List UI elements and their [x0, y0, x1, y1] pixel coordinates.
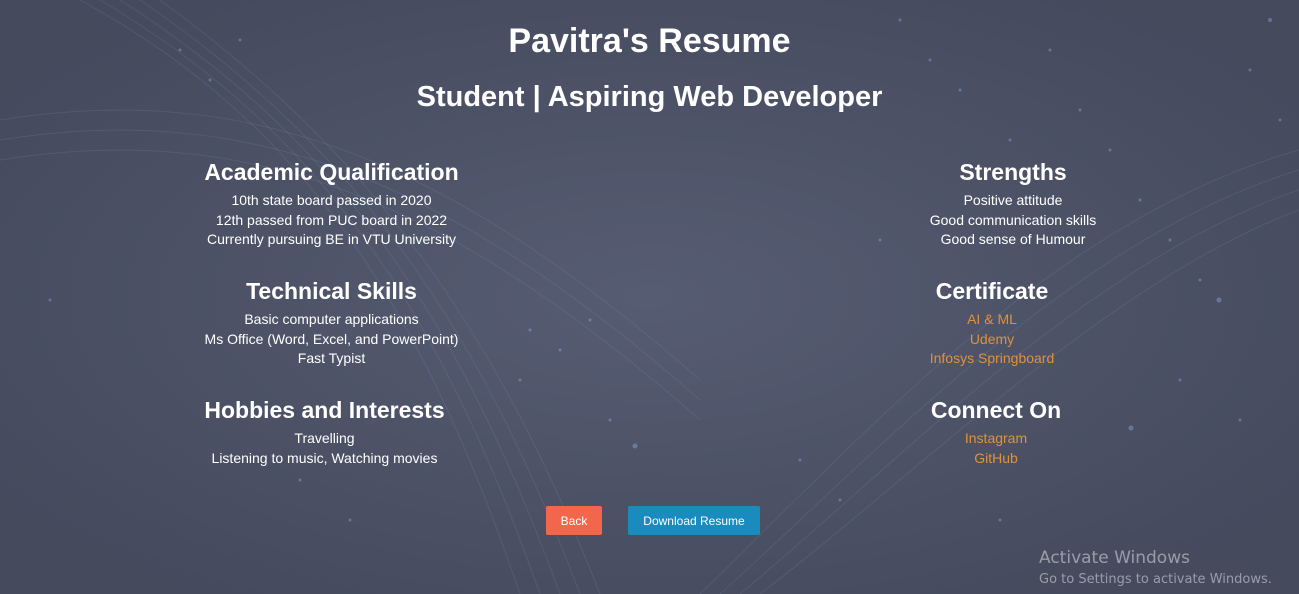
certificate-heading: Certificate: [935, 278, 1049, 304]
certificate-link-udemy[interactable]: Udemy: [872, 330, 1112, 350]
academic-heading: Academic Qualification: [204, 159, 459, 185]
certificate-link-ai-ml[interactable]: AI & ML: [872, 310, 1112, 330]
academic-section: Academic Qualification 10th state board …: [165, 158, 498, 250]
download-resume-button[interactable]: Download Resume: [628, 506, 760, 535]
strengths-section: Strengths Positive attitude Good communi…: [893, 158, 1133, 250]
technical-heading: Technical Skills: [246, 278, 417, 304]
technical-item: Fast Typist: [297, 350, 366, 366]
connect-heading: Connect On: [930, 397, 1062, 423]
strengths-item: Good communication skills: [929, 211, 1097, 228]
certificate-section: Certificate AI & ML Udemy Infosys Spring…: [872, 277, 1112, 369]
technical-item: Basic computer applications: [244, 311, 419, 327]
strengths-item: Positive attitude: [963, 192, 1063, 208]
technical-section: Technical Skills Basic computer applicat…: [165, 277, 498, 369]
hobbies-section: Hobbies and Interests Travelling Listeni…: [158, 396, 491, 468]
academic-item: 12th passed from PUC board in 2022: [215, 211, 448, 228]
academic-item: 10th state board passed in 2020: [231, 192, 432, 208]
back-button[interactable]: Back: [546, 506, 602, 535]
watermark-title: Activate Windows: [1039, 548, 1190, 568]
hobbies-heading: Hobbies and Interests: [204, 397, 445, 423]
page-subtitle: Student | Aspiring Web Developer: [416, 81, 883, 113]
watermark-subtitle: Go to Settings to activate Windows.: [1039, 572, 1272, 587]
github-link[interactable]: GitHub: [876, 449, 1116, 469]
activate-windows-watermark: Activate Windows Go to Settings to activ…: [1039, 547, 1272, 589]
certificate-link-infosys[interactable]: Infosys Springboard: [872, 349, 1112, 369]
strengths-item: Good sense of Humour: [940, 231, 1086, 247]
hobbies-item: Listening to music, Watching movies: [211, 449, 438, 466]
strengths-heading: Strengths: [959, 159, 1067, 185]
instagram-link[interactable]: Instagram: [876, 429, 1116, 449]
hobbies-item: Travelling: [294, 430, 355, 446]
technical-item: Ms Office (Word, Excel, and PowerPoint): [204, 330, 459, 347]
page-title: Pavitra's Resume: [508, 22, 791, 60]
academic-item: Currently pursuing BE in VTU University: [207, 231, 456, 247]
resume-page: Pavitra's Resume Student | Aspiring Web …: [0, 0, 1299, 594]
connect-section: Connect On Instagram GitHub: [876, 396, 1116, 468]
